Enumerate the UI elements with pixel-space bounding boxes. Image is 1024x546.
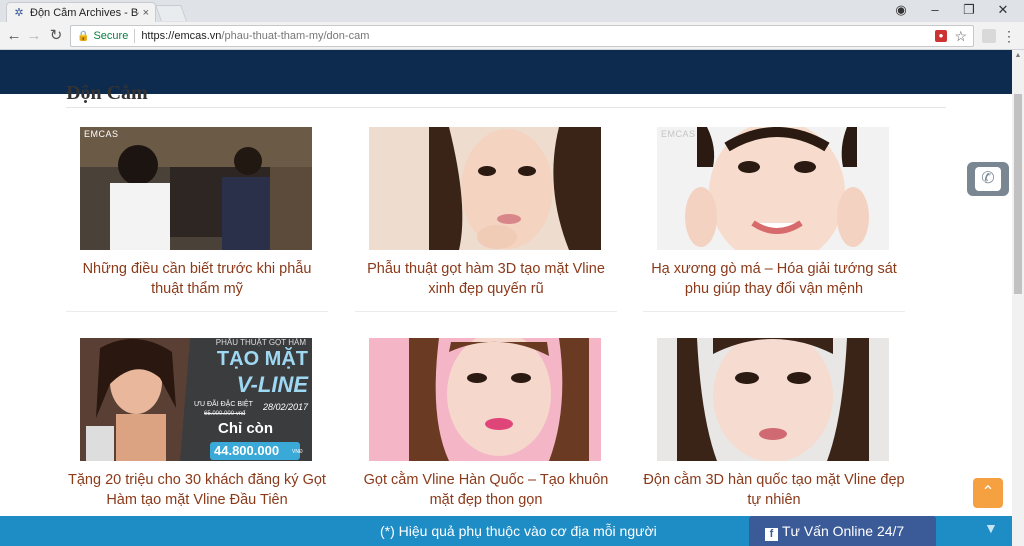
restore-icon[interactable]: ❐ xyxy=(952,0,986,22)
promo-date: 28/02/2017 xyxy=(262,402,308,412)
scroll-up-arrow-icon[interactable]: ▲ xyxy=(1012,50,1024,62)
disclaimer-text: (*) Hiệu quả phụ thuộc vào cơ địa mỗi ng… xyxy=(380,523,657,539)
forward-icon[interactable]: → xyxy=(24,26,44,46)
url-path: /phau-thuat-tham-my/don-cam xyxy=(221,30,370,42)
promo-top: PHẪU THUẬT GỌT HÀM xyxy=(215,338,306,347)
bookmark-star-icon[interactable]: ☆ xyxy=(954,28,967,45)
thumbnail-watermark: EMCAS xyxy=(661,129,696,139)
address-toolbar: ← → ↻ 🔒 Secure https://emcas.vn /phau-th… xyxy=(0,22,1024,50)
call-button[interactable]: ✆ xyxy=(967,162,1009,196)
url-field[interactable]: 🔒 Secure https://emcas.vn /phau-thuat-th… xyxy=(70,25,974,47)
post-title[interactable]: Gọt cằm Vline Hàn Quốc – Tạo khuôn mặt đ… xyxy=(355,470,617,510)
browser-menu-icon[interactable]: ⋮ xyxy=(1002,28,1016,44)
extension-icon[interactable]: ● xyxy=(935,30,947,42)
browser-tab-bar: ✲ Độn Cằm Archives - Bện × ◉ – ❐ ✕ xyxy=(0,0,1024,22)
arrow-down-icon[interactable]: ▼ xyxy=(984,520,998,536)
phone-icon: ✆ xyxy=(975,167,1001,191)
window-close-icon[interactable]: ✕ xyxy=(986,0,1020,22)
scrollbar-thumb[interactable] xyxy=(1014,94,1022,294)
promo-headline: TẠO MẶT xyxy=(216,348,308,370)
back-icon[interactable]: ← xyxy=(4,26,24,46)
browser-tab[interactable]: ✲ Độn Cằm Archives - Bện × xyxy=(6,2,156,22)
post-thumbnail[interactable] xyxy=(657,338,889,461)
profile-icon[interactable]: ◉ xyxy=(884,0,918,22)
promo-old-price: 65.000.000 vnđ xyxy=(204,411,246,417)
chevron-up-icon: ⌃ xyxy=(981,484,995,501)
minimize-icon[interactable]: – xyxy=(918,0,952,22)
scroll-to-top-button[interactable]: ⌃ xyxy=(973,478,1003,508)
tab-title: Độn Cằm Archives - Bện xyxy=(30,6,139,19)
secure-label: Secure xyxy=(93,30,129,42)
post-thumbnail[interactable] xyxy=(369,127,601,250)
site-favicon-icon: ✲ xyxy=(14,6,24,19)
heading-divider xyxy=(66,107,946,108)
promo-offer: ƯU ĐÃI ĐẶC BIỆT xyxy=(194,401,253,408)
facebook-chat-label: Tư Vấn Online 24/7 xyxy=(782,523,905,539)
post-thumbnail[interactable]: EMCAS xyxy=(657,127,889,250)
url-separator xyxy=(134,29,136,43)
post-thumbnail[interactable]: EMCAS xyxy=(80,127,312,250)
post-title[interactable]: Hạ xương gò má – Hóa giải tướng sát phu … xyxy=(643,259,905,299)
promo-only: Chỉ còn xyxy=(218,420,273,437)
post-thumbnail[interactable]: PHẪU THUẬT GỌT HÀM TẠO MẶT V-LINE ƯU ĐÃI… xyxy=(80,338,312,461)
extension-button[interactable] xyxy=(982,29,996,43)
post-title[interactable]: Phẫu thuật gọt hàm 3D tạo mặt Vline xinh… xyxy=(355,259,617,299)
facebook-chat-tab[interactable]: f Tư Vấn Online 24/7 xyxy=(749,516,936,546)
post-title[interactable]: Độn cằm 3D hàn quốc tạo mặt Vline đẹp tự… xyxy=(643,470,905,510)
url-host: https://emcas.vn xyxy=(141,30,222,42)
card-divider xyxy=(66,311,328,312)
card-divider xyxy=(643,311,905,312)
promo-price-unit: VNĐ xyxy=(292,449,303,455)
reload-icon[interactable]: ↻ xyxy=(46,26,66,46)
new-tab-button[interactable] xyxy=(155,5,187,21)
post-title[interactable]: Tặng 20 triệu cho 30 khách đăng ký Gọt H… xyxy=(66,470,328,510)
facebook-icon: f xyxy=(765,528,778,541)
promo-headline-2: V-LINE xyxy=(236,372,308,397)
promo-price: 44.800.000 xyxy=(214,443,280,458)
thumbnail-watermark: EMCAS xyxy=(84,129,119,139)
post-thumbnail[interactable] xyxy=(369,338,601,461)
page-scrollbar[interactable]: ▲ xyxy=(1012,50,1024,546)
post-title[interactable]: Những điều cần biết trước khi phẫu thuật… xyxy=(66,259,328,299)
lock-icon: 🔒 xyxy=(77,30,90,42)
page-title: Độn Cằm xyxy=(66,82,148,104)
card-divider xyxy=(355,311,617,312)
tab-close-icon[interactable]: × xyxy=(143,7,149,19)
